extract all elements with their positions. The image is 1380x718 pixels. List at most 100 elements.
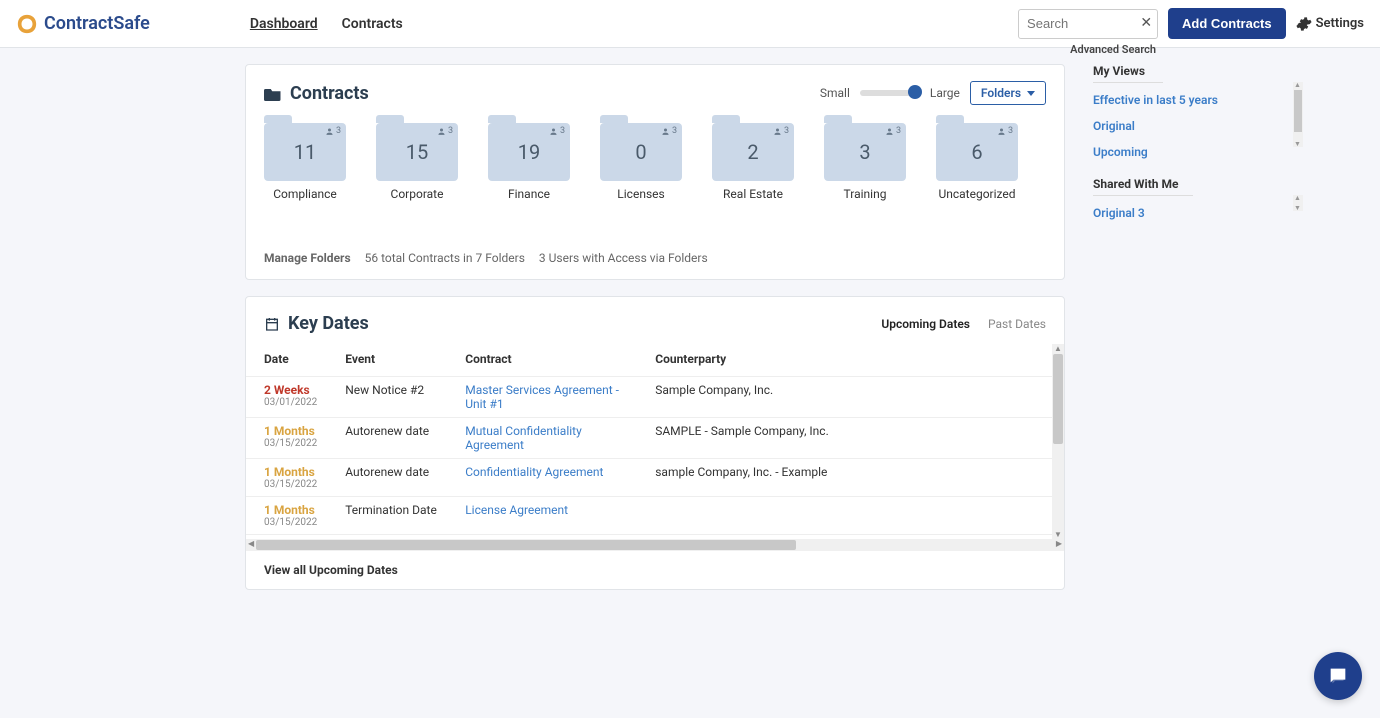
scroll-arrow-down-icon[interactable]: ▼ [1294, 204, 1301, 212]
scroll-arrow-up-icon[interactable]: ▲ [1294, 81, 1301, 89]
nav-dashboard[interactable]: Dashboard [250, 16, 318, 32]
keydates-scrollbar-h[interactable]: ◀ ▶ [246, 539, 1064, 551]
contract-link[interactable]: Master Services Agreement - Unit #1 [465, 383, 619, 411]
right-column: My Views Effective in last 5 years Origin… [1093, 64, 1303, 606]
left-column: Contracts Small Large Folders 311Complia… [245, 64, 1065, 606]
scrollbar-thumb-v[interactable] [1053, 354, 1063, 444]
folder-count: 0 [635, 140, 646, 164]
my-view-link[interactable]: Upcoming [1093, 145, 1303, 159]
clear-search-icon[interactable]: ✕ [1140, 15, 1152, 31]
advanced-search-link[interactable]: Advanced Search [1070, 43, 1156, 56]
folders-dropdown-label: Folders [981, 86, 1021, 100]
contracts-access-text: 3 Users with Access via Folders [539, 251, 708, 265]
scrollbar-thumb-h[interactable] [256, 540, 796, 550]
folder-item[interactable]: 36Uncategorized [936, 123, 1018, 201]
folder-count: 3 [859, 140, 870, 164]
settings-button[interactable]: Settings [1296, 16, 1364, 32]
size-large-label: Large [930, 86, 960, 100]
counterparty-cell [637, 497, 1064, 535]
scroll-arrow-left-icon[interactable]: ◀ [248, 539, 254, 548]
folder-item[interactable]: 32Real Estate [712, 123, 794, 201]
scroll-arrow-up-icon[interactable]: ▲ [1054, 344, 1062, 353]
shared-scrollbar[interactable]: ▲ ▼ [1293, 195, 1303, 211]
logo[interactable]: ContractSafe [16, 13, 150, 35]
chat-bubble-button[interactable] [1314, 652, 1362, 700]
folder-count: 15 [406, 140, 428, 164]
search-input[interactable] [1018, 9, 1158, 39]
col-date: Date [246, 344, 327, 377]
settings-label: Settings [1316, 16, 1364, 31]
date-value: 03/15/2022 [264, 517, 317, 528]
my-views-scrollbar[interactable]: ▲ ▼ [1293, 82, 1303, 147]
slider-thumb[interactable] [908, 85, 922, 99]
folder-count: 2 [747, 140, 758, 164]
folder-label: Licenses [617, 187, 664, 201]
folder-body: 30 [600, 123, 682, 181]
folder-count: 6 [971, 140, 982, 164]
folder-share-count: 3 [549, 126, 565, 136]
top-header: ContractSafe Dashboard Contracts ✕ Advan… [0, 0, 1380, 48]
logo-text: ContractSafe [44, 13, 150, 34]
my-view-link[interactable]: Original [1093, 119, 1303, 133]
key-dates-card: Key Dates Upcoming Dates Past Dates Date… [245, 296, 1065, 590]
folder-item[interactable]: 30 Licenses [600, 123, 682, 201]
shared-view-link[interactable]: Original 3 [1093, 206, 1303, 220]
event-cell: Autorenew date [327, 418, 447, 459]
date-value: 03/15/2022 [264, 438, 317, 449]
counterparty-cell: SAMPLE - Sample Company, Inc. [637, 418, 1064, 459]
scrollbar-thumb[interactable] [1294, 90, 1302, 132]
folder-share-count: 3 [773, 126, 789, 136]
nav-contracts[interactable]: Contracts [342, 16, 403, 32]
my-views-section: My Views Effective in last 5 years Origin… [1093, 64, 1303, 159]
chevron-down-icon [1027, 91, 1035, 96]
folder-count: 11 [294, 140, 316, 164]
date-delta: 1 Months [264, 503, 317, 517]
contract-link[interactable]: Mutual Confidentiality Agreement [465, 424, 582, 452]
date-delta: 1 Months [264, 424, 317, 438]
scroll-arrow-up-icon[interactable]: ▲ [1294, 194, 1301, 202]
shared-section: Shared With Me Original 3 ▲ ▼ [1093, 177, 1303, 220]
calendar-icon [264, 316, 280, 332]
main-content: Contracts Small Large Folders 311Complia… [0, 48, 1380, 606]
scroll-arrow-down-icon[interactable]: ▼ [1294, 140, 1301, 148]
col-event: Event [327, 344, 447, 377]
manage-folders-link[interactable]: Manage Folders [264, 251, 351, 265]
contract-link[interactable]: Confidentiality Agreement [465, 465, 603, 479]
folders-grid: 311Compliance315Corporate319Finance30Lic… [246, 113, 1064, 211]
my-views-title: My Views [1093, 64, 1163, 83]
scroll-arrow-right-icon[interactable]: ▶ [1056, 539, 1062, 548]
size-small-label: Small [820, 86, 850, 100]
add-contracts-button[interactable]: Add Contracts [1168, 8, 1286, 39]
my-views-list: Effective in last 5 years Original Upcomin… [1093, 93, 1303, 159]
contract-link[interactable]: License Agreement [465, 503, 568, 517]
my-view-link[interactable]: Effective in last 5 years [1093, 93, 1303, 107]
folder-size-slider[interactable] [860, 90, 920, 96]
scroll-arrow-down-icon[interactable]: ▼ [1054, 530, 1062, 539]
folder-solid-icon [264, 86, 282, 101]
shared-title: Shared With Me [1093, 177, 1193, 196]
keydates-scrollbar-v[interactable]: ▲ ▼ [1052, 344, 1064, 539]
folder-body: 311 [264, 123, 346, 181]
folder-item[interactable]: 33Training [824, 123, 906, 201]
date-delta: 2 Weeks [264, 383, 317, 397]
folder-item[interactable]: 315Corporate [376, 123, 458, 201]
keydates-row: 1 Months03/15/2022Termination DateLicens… [246, 497, 1064, 535]
keydates-header: Key Dates Upcoming Dates Past Dates [246, 297, 1064, 344]
folder-item[interactable]: 319Finance [488, 123, 570, 201]
tab-upcoming[interactable]: Upcoming Dates [881, 317, 970, 331]
keydates-table-wrap: Date Event Contract Counterparty 2 Weeks… [246, 344, 1064, 539]
folder-count: 19 [518, 140, 540, 164]
folder-body: 32 [712, 123, 794, 181]
chat-icon [1327, 665, 1349, 687]
folder-label: Corporate [391, 187, 444, 201]
tab-past[interactable]: Past Dates [988, 317, 1046, 331]
contracts-title-text: Contracts [290, 83, 369, 104]
date-delta: 1 Months [264, 465, 317, 479]
folder-share-count: 3 [997, 126, 1013, 136]
contracts-card: Contracts Small Large Folders 311Complia… [245, 64, 1065, 280]
counterparty-cell: Sample Company, Inc. [637, 377, 1064, 418]
folder-item[interactable]: 311Compliance [264, 123, 346, 201]
folders-dropdown-button[interactable]: Folders [970, 81, 1046, 105]
view-all-upcoming-link[interactable]: View all Upcoming Dates [246, 551, 1064, 589]
contracts-footer: Manage Folders 56 total Contracts in 7 F… [246, 211, 1064, 279]
